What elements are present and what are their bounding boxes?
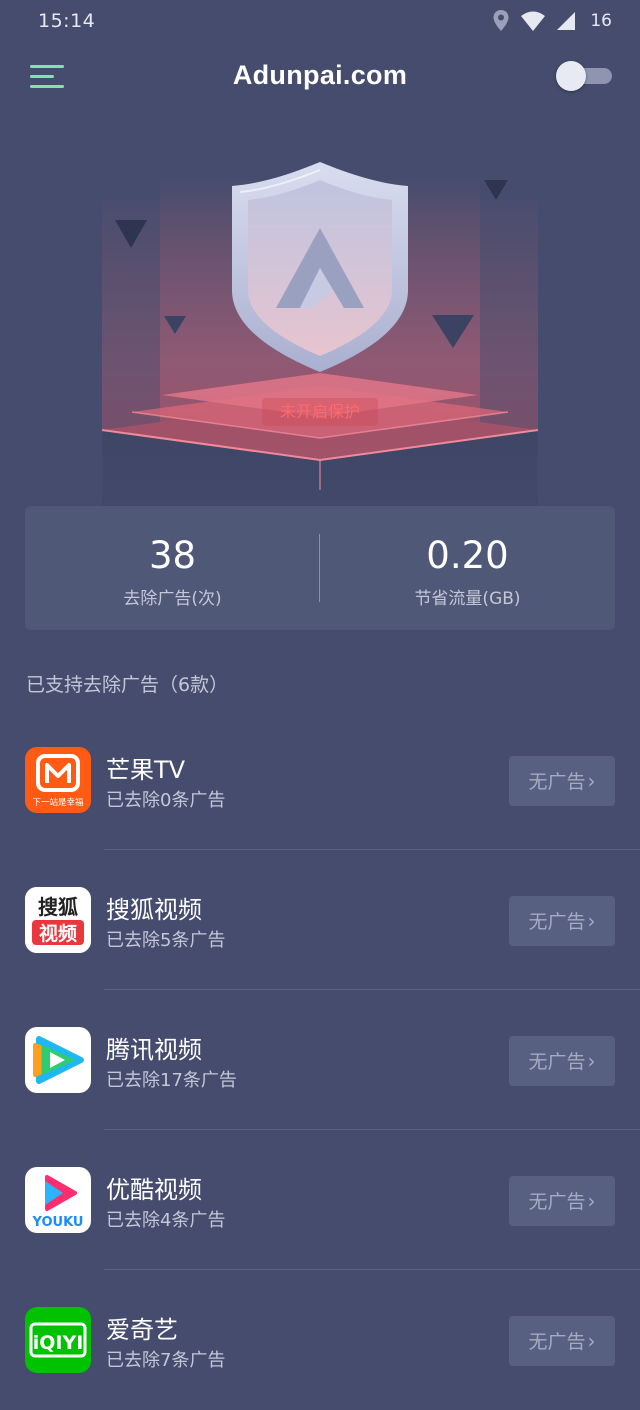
location-icon <box>493 10 509 31</box>
status-time: 15:14 <box>38 10 96 32</box>
svg-text:YOUKU: YOUKU <box>32 1215 84 1230</box>
brand-logo: Adunpai.com <box>232 60 408 90</box>
status-icons: 16 <box>492 8 612 34</box>
chevron-right-icon: › <box>587 1329 596 1353</box>
iqiyi-icon: iQIYI <box>25 1307 91 1373</box>
youku-icon: YOUKU <box>25 1167 91 1233</box>
app-ad-count: 已去除7条广告 <box>106 1350 226 1371</box>
stats-card: 38 去除广告(次) 0.20 节省流量(GB) <box>25 506 615 630</box>
list-item[interactable]: iQIYI 爱奇艺 已去除7条广告 无广告 › <box>0 1270 640 1410</box>
ads-removed-stat: 38 去除广告(次) <box>25 506 320 630</box>
battery-level: 16 <box>590 11 612 31</box>
no-ads-button[interactable]: 无广告 › <box>509 896 615 946</box>
data-saved-stat: 0.20 节省流量(GB) <box>320 506 615 630</box>
app-ad-count: 已去除17条广告 <box>106 1070 237 1091</box>
svg-text:搜狐: 搜狐 <box>38 895 78 919</box>
shield-illustration <box>101 162 539 520</box>
no-ads-button[interactable]: 无广告 › <box>509 756 615 806</box>
status-bar: 15:14 16 <box>0 0 640 44</box>
app-ad-count: 已去除4条广告 <box>106 1210 226 1231</box>
wifi-icon <box>521 11 546 31</box>
no-ads-button[interactable]: 无广告 › <box>509 1036 615 1086</box>
data-saved-label: 节省流量(GB) <box>414 589 521 609</box>
protection-toggle[interactable] <box>556 61 613 91</box>
tencent-video-icon <box>25 1027 91 1093</box>
section-title: 已支持去除广告（6款） <box>26 674 229 696</box>
chevron-right-icon: › <box>587 1189 596 1213</box>
chevron-right-icon: › <box>587 769 596 793</box>
app-name: 优酷视频 <box>106 1176 202 1204</box>
svg-text:视频: 视频 <box>39 922 77 945</box>
shield-hero: 未开启保护 <box>0 140 640 520</box>
data-saved-value: 0.20 <box>426 534 509 577</box>
ads-removed-label: 去除广告(次) <box>123 589 222 609</box>
top-bar: Adunpai.com <box>0 50 640 104</box>
app-name: 腾讯视频 <box>106 1036 202 1064</box>
chevron-right-icon: › <box>587 1049 596 1073</box>
list-item[interactable]: YOUKU 优酷视频 已去除4条广告 无广告 › <box>0 1130 640 1270</box>
list-item[interactable]: 下一站是幸福 芒果TV 已去除0条广告 无广告 › <box>0 710 640 850</box>
app-ad-count: 已去除0条广告 <box>106 790 226 811</box>
ads-removed-value: 38 <box>148 534 197 577</box>
app-name: 搜狐视频 <box>106 896 202 924</box>
signal-icon <box>557 12 576 30</box>
protection-status: 未开启保护 <box>262 398 378 426</box>
app-ad-count: 已去除5条广告 <box>106 930 226 951</box>
mango-tv-icon: 下一站是幸福 <box>25 747 91 813</box>
list-item[interactable]: 搜狐 视频 搜狐视频 已去除5条广告 无广告 › <box>0 850 640 990</box>
app-name: 芒果TV <box>106 756 186 784</box>
chevron-right-icon: › <box>587 909 596 933</box>
list-item[interactable]: 腾讯视频 已去除17条广告 无广告 › <box>0 990 640 1130</box>
no-ads-button[interactable]: 无广告 › <box>509 1316 615 1366</box>
sohu-video-icon: 搜狐 视频 <box>25 887 91 953</box>
app-name: 爱奇艺 <box>106 1316 178 1344</box>
no-ads-button[interactable]: 无广告 › <box>509 1176 615 1226</box>
svg-text:iQIYI: iQIYI <box>33 1332 84 1354</box>
svg-text:下一站是幸福: 下一站是幸福 <box>32 797 83 808</box>
